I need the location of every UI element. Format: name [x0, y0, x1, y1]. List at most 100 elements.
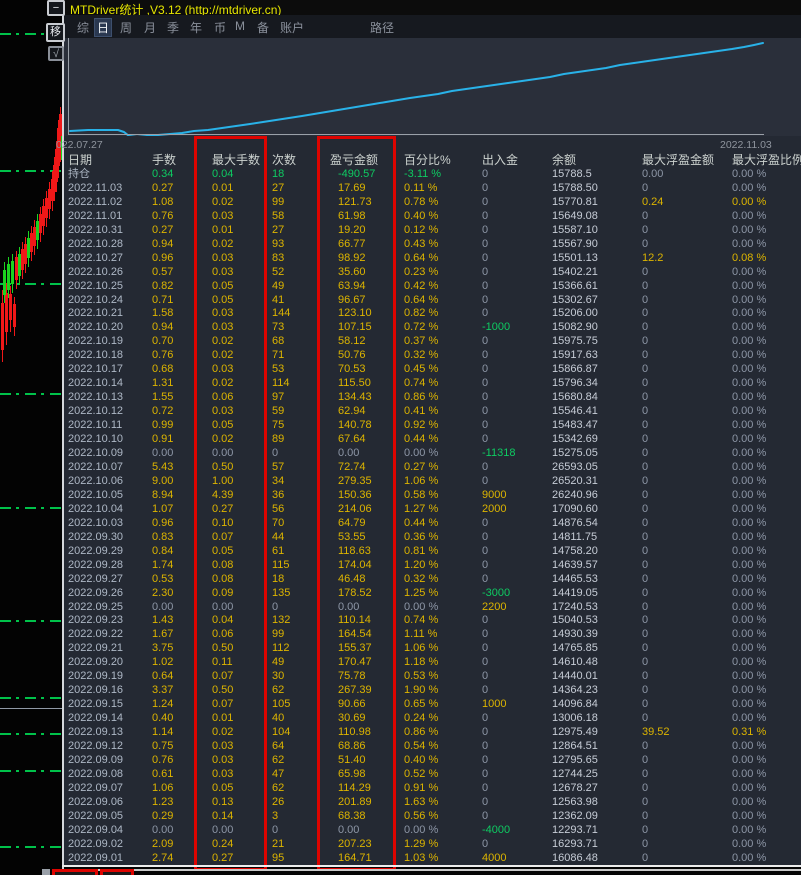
cell-6: 0 [482, 530, 489, 543]
table-row[interactable]: 2022.10.27 0.96 0.03 83 98.92 0.64 % 0 15501.13… [62, 252, 801, 266]
cell-8: 0 [642, 795, 649, 808]
table-row[interactable]: 2022.10.05 8.94 4.39 36 150.36 0.58 % 9000 2624… [62, 489, 801, 503]
bottom-fragment-gray [42, 869, 50, 875]
table-row[interactable]: 2022.09.27 0.53 0.08 18 46.48 0.32 % 0 14465.53… [62, 573, 801, 587]
cell-8: 0 [642, 419, 649, 432]
table-row[interactable]: 2022.10.31 0.27 0.01 27 19.20 0.12 % 0 15587.10… [62, 224, 801, 238]
table-row[interactable]: 2022.10.28 0.94 0.02 93 66.77 0.43 % 0 15567.90… [62, 238, 801, 252]
table-row[interactable]: 2022.10.10 0.91 0.02 89 67.64 0.44 % 0 15342.69… [62, 433, 801, 447]
cell-9: 0.00 % [732, 293, 767, 306]
cell-7: 14930.39 [552, 628, 598, 641]
table-row[interactable]: 2022.09.16 3.37 0.50 62 267.39 1.90 % 0 14364.2… [62, 684, 801, 698]
cell-5: 0.40 % [404, 753, 439, 766]
table-row[interactable]: 2022.10.20 0.94 0.03 73 107.15 0.72 % -1000 150… [62, 321, 801, 335]
table-row[interactable]: 2022.10.19 0.70 0.02 68 58.12 0.37 % 0 15975.75… [62, 335, 801, 349]
table-row[interactable]: 2022.10.21 1.58 0.03 144 123.10 0.82 % 0 15206.… [62, 307, 801, 321]
table-row[interactable]: 2022.09.09 0.76 0.03 62 51.40 0.40 % 0 12795.65… [62, 754, 801, 768]
cell-0: 2022.10.11 [68, 419, 123, 432]
table-row[interactable]: 2022.09.19 0.64 0.07 30 75.78 0.53 % 0 14440.01… [62, 670, 801, 684]
table-row[interactable]: 2022.11.03 0.27 0.01 27 17.69 0.11 % 0 15788.50… [62, 182, 801, 196]
table-row[interactable]: 2022.09.12 0.75 0.03 64 68.86 0.54 % 0 12864.51… [62, 740, 801, 754]
left-pane-divider [0, 708, 62, 709]
table-row[interactable]: 2022.10.06 9.00 1.00 34 279.35 1.06 % 0 26520.3… [62, 475, 801, 489]
table-row[interactable]: 2022.09.01 2.74 0.27 95 164.71 1.03 % 4000 1608… [62, 852, 801, 866]
tab-9[interactable]: 备 [255, 18, 271, 37]
cell-5: 0.00 % [404, 823, 439, 836]
table-row[interactable]: 2022.09.30 0.83 0.07 44 53.55 0.36 % 0 14811.75… [62, 531, 801, 545]
cell-0: 2022.10.27 [68, 251, 124, 264]
table-row[interactable]: 2022.10.17 0.68 0.03 53 70.53 0.45 % 0 15866.87… [62, 363, 801, 377]
cell-5: 0.65 % [404, 698, 439, 711]
tab-5[interactable]: 季 [165, 18, 181, 37]
cell-9: 0.00 % [732, 502, 767, 515]
table-row[interactable]: 2022.10.13 1.55 0.06 97 134.43 0.86 % 0 15680.8… [62, 391, 801, 405]
cell-0: 2022.09.30 [68, 530, 124, 543]
table-row[interactable]: 2022.10.25 0.82 0.05 49 63.94 0.42 % 0 15366.61… [62, 280, 801, 294]
tab-1[interactable]: 综 [75, 18, 91, 37]
cell-0: 2022.10.28 [68, 237, 124, 250]
table-row[interactable]: 2022.09.26 2.30 0.09 135 178.52 1.25 % -3000 14… [62, 587, 801, 601]
cell-5: 0.44 % [404, 516, 439, 529]
cell-0: 2022.09.09 [68, 753, 124, 766]
table-row[interactable]: 2022.09.22 1.67 0.06 99 164.54 1.11 % 0 14930.3… [62, 628, 801, 642]
candle-body [9, 294, 12, 320]
cell-6: 0 [482, 614, 489, 627]
cell-9: 0.00 % [732, 181, 767, 194]
table-row-open-position[interactable]: 持仓 0.34 0.04 18 -490.57 -3.11 % 0 15788.5 0.00 0.… [62, 168, 801, 182]
table-row[interactable]: 2022.09.07 1.06 0.05 62 114.29 0.91 % 0 12678.2… [62, 782, 801, 796]
cell-0: 2022.09.06 [68, 795, 124, 808]
cell-7: 15567.90 [552, 237, 598, 250]
table-row[interactable]: 2022.09.20 1.02 0.11 49 170.47 1.18 % 0 14610.4… [62, 656, 801, 670]
tab-3[interactable]: 周 [118, 18, 134, 37]
table-row[interactable]: 2022.11.01 0.76 0.03 58 61.98 0.40 % 0 15649.08… [62, 210, 801, 224]
table-row[interactable]: 2022.09.25 0.00 0.00 0 0.00 0.00 % 2200 17240.5… [62, 601, 801, 615]
cell-8: 0 [642, 642, 649, 655]
cell-9: 0.00 % [732, 335, 767, 348]
table-row[interactable]: 2022.09.28 1.74 0.08 115 174.04 1.20 % 0 14639.… [62, 559, 801, 573]
chart-x-axis [68, 134, 764, 135]
table-row[interactable]: 2022.09.08 0.61 0.03 47 65.98 0.52 % 0 12744.25… [62, 768, 801, 782]
tab-10[interactable]: 账户 [278, 18, 306, 37]
check-button[interactable]: √ [48, 46, 64, 61]
tab-2[interactable]: 日 [94, 18, 113, 37]
tab-8[interactable]: M [233, 18, 247, 34]
tab-7[interactable]: 币 [212, 18, 228, 37]
table-row[interactable]: 2022.10.12 0.72 0.03 59 62.94 0.41 % 0 15546.41… [62, 405, 801, 419]
table-row[interactable]: 2022.10.26 0.57 0.03 52 35.60 0.23 % 0 15402.21… [62, 266, 801, 280]
table-row[interactable]: 2022.10.11 0.99 0.05 75 140.78 0.92 % 0 15483.4… [62, 419, 801, 433]
table-row[interactable]: 2022.10.14 1.31 0.02 114 115.50 0.74 % 0 15796.… [62, 377, 801, 391]
table-row[interactable]: 2022.09.05 0.29 0.14 3 68.38 0.56 % 0 12362.09 0… [62, 810, 801, 824]
chart-end-date-label: 2022.11.03 [720, 139, 772, 151]
table-row[interactable]: 2022.10.18 0.76 0.02 71 50.76 0.32 % 0 15917.63… [62, 349, 801, 363]
table-row[interactable]: 2022.09.04 0.00 0.00 0 0.00 0.00 % -4000 12293.… [62, 824, 801, 838]
cell-8: 0 [642, 558, 649, 571]
table-row[interactable]: 2022.10.04 1.07 0.27 56 214.06 1.27 % 2000 1709… [62, 503, 801, 517]
table-row[interactable]: 2022.10.24 0.71 0.05 41 96.67 0.64 % 0 15302.67… [62, 294, 801, 308]
cell-8: 0 [642, 502, 649, 515]
cell-5: 0.72 % [404, 321, 439, 334]
chart-y-axis [68, 38, 69, 135]
table-row[interactable]: 2022.09.06 1.23 0.13 26 201.89 1.63 % 0 12563.9… [62, 796, 801, 810]
table-row[interactable]: 2022.10.07 5.43 0.50 57 72.74 0.27 % 0 26593.05… [62, 461, 801, 475]
table-row[interactable]: 2022.09.02 2.09 0.24 21 207.23 1.29 % 0 16293.7… [62, 838, 801, 852]
table-row[interactable]: 2022.09.13 1.14 0.02 104 110.98 0.86 % 0 12975.… [62, 726, 801, 740]
cell-0: 2022.10.18 [68, 349, 124, 362]
table-row[interactable]: 2022.10.03 0.96 0.10 70 64.79 0.44 % 0 14876.54… [62, 517, 801, 531]
cell-0: 2022.09.28 [68, 558, 124, 571]
table-row[interactable]: 2022.09.23 1.43 0.04 132 110.14 0.74 % 0 15040.… [62, 614, 801, 628]
cell-6: 0 [482, 433, 489, 446]
table-row[interactable]: 2022.11.02 1.08 0.02 99 121.73 0.78 % 0 15770.8… [62, 196, 801, 210]
cell-9: 0.00 % [732, 684, 767, 697]
table-row[interactable]: 2022.10.09 0.00 0.00 0 0.00 0.00 % -11318 15275… [62, 447, 801, 461]
cell-9: 0.00 % [732, 851, 767, 864]
table-row[interactable]: 2022.09.29 0.84 0.05 61 118.63 0.81 % 0 14758.2… [62, 545, 801, 559]
tab-6[interactable]: 年 [188, 18, 204, 37]
table-row[interactable]: 2022.09.15 1.24 0.07 105 90.66 0.65 % 1000 1409… [62, 698, 801, 712]
move-button[interactable]: 移 [46, 23, 65, 42]
minimize-button[interactable]: − [47, 0, 65, 16]
table-row[interactable]: 2022.09.14 0.40 0.01 40 30.69 0.24 % 0 13006.18… [62, 712, 801, 726]
table-row[interactable]: 2022.09.21 3.75 0.50 112 155.37 1.06 % 0 14765.… [62, 642, 801, 656]
tab-path[interactable]: 路径 [368, 18, 396, 37]
cell-6: 0 [482, 558, 489, 571]
tab-4[interactable]: 月 [142, 18, 158, 37]
